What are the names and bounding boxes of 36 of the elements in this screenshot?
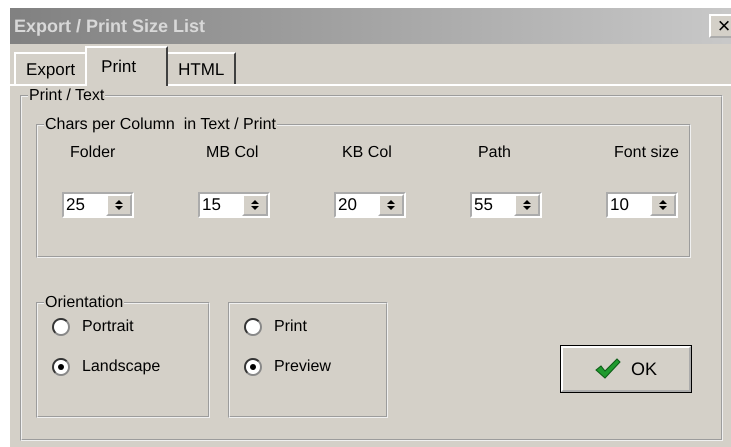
ok-button[interactable]: OK bbox=[561, 346, 691, 392]
number-field[interactable]: 55 bbox=[470, 192, 542, 218]
radio-label: Preview bbox=[274, 358, 331, 376]
radio-label: Landscape bbox=[82, 358, 160, 376]
check-icon bbox=[594, 358, 621, 380]
close-button[interactable]: × bbox=[709, 14, 731, 38]
field-label: MB Col bbox=[205, 144, 258, 162]
up-down-arrows-icon bbox=[250, 198, 260, 212]
radio-button[interactable] bbox=[244, 358, 262, 376]
field-label: Font size bbox=[613, 144, 679, 162]
radio-label: Print bbox=[274, 318, 307, 336]
spin-button[interactable] bbox=[106, 194, 132, 216]
field-label: Folder bbox=[69, 144, 116, 162]
number-field[interactable]: 10 bbox=[606, 192, 678, 218]
up-down-arrows-icon bbox=[522, 198, 532, 212]
spin-button[interactable] bbox=[242, 194, 268, 216]
radio-button[interactable] bbox=[52, 318, 70, 336]
spin-button[interactable] bbox=[378, 194, 404, 216]
group-title: Chars per Column in Text / Print bbox=[44, 115, 277, 135]
tab[interactable]: HTML bbox=[166, 52, 236, 86]
window-title: Export / Print Size List bbox=[14, 16, 206, 36]
spin-button[interactable] bbox=[514, 194, 540, 216]
radio-button[interactable] bbox=[52, 358, 70, 376]
up-down-arrows-icon bbox=[658, 198, 668, 212]
field-label: KB Col bbox=[341, 144, 392, 162]
number-field[interactable]: 15 bbox=[198, 192, 270, 218]
spin-button[interactable] bbox=[650, 194, 676, 216]
up-down-arrows-icon bbox=[114, 198, 124, 212]
number-field[interactable]: 25 bbox=[62, 192, 134, 218]
tab[interactable]: Print bbox=[85, 46, 168, 86]
up-down-arrows-icon bbox=[386, 198, 396, 212]
number-field[interactable]: 20 bbox=[334, 192, 406, 218]
field-label: Path bbox=[477, 144, 511, 162]
radio-button[interactable] bbox=[244, 318, 262, 336]
tab[interactable]: Export bbox=[14, 52, 88, 86]
radio-label: Portrait bbox=[82, 318, 134, 336]
